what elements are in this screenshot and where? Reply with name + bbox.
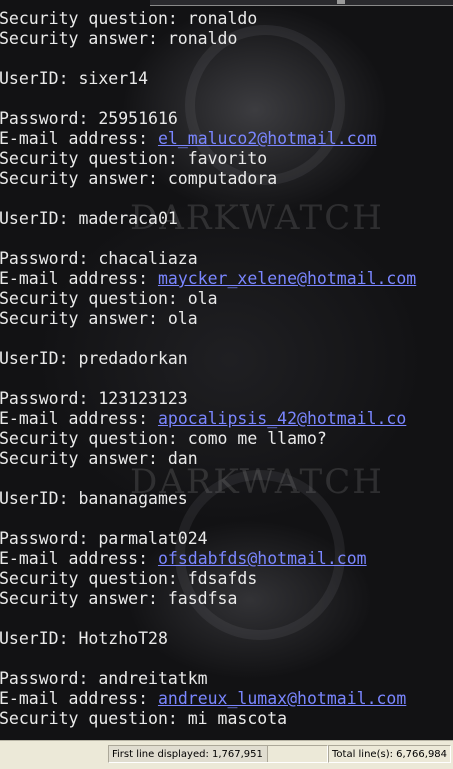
text-line (0, 649, 416, 669)
text-line: UserID: bananagames (0, 489, 188, 508)
text-line: UserID: sixer14 (0, 69, 149, 88)
text-line: Security answer: ola (0, 309, 198, 328)
email-label: E-mail address: (0, 129, 158, 148)
top-scroll-edge (150, 0, 453, 6)
text-line (0, 609, 416, 629)
text-line: Password: chacaliaza (0, 249, 198, 268)
text-line: Security answer: fasdfsa (0, 589, 238, 608)
email-line: E-mail address: ofsdabfds@hotmail.com (0, 549, 416, 569)
text-line (0, 229, 416, 249)
text-line: Security answer: ronaldo (0, 29, 238, 48)
email-link[interactable]: andreux_lumax@hotmail.com (158, 689, 406, 708)
email-label: E-mail address: (0, 549, 158, 568)
email-link[interactable]: el_maluco2@hotmail.com (158, 129, 377, 148)
top-scroll-marker (337, 0, 345, 4)
text-line: Security question: como me llamo? (0, 429, 327, 448)
first-line-status: First line displayed: 1,767,951 (108, 745, 328, 763)
email-label: E-mail address: (0, 269, 158, 288)
text-line: UserID: maderaca01 (0, 209, 178, 228)
text-line: Security question: ola (0, 289, 218, 308)
text-line: UserID: HotzhoT28 (0, 629, 168, 648)
text-line: Security question: fdsafds (0, 569, 258, 588)
text-line: Security answer: dan (0, 449, 198, 468)
email-link[interactable]: maycker_xelene@hotmail.com (158, 269, 416, 288)
text-line: Security question: ronaldo (0, 9, 258, 28)
email-line: E-mail address: el_maluco2@hotmail.com (0, 129, 416, 149)
email-line: E-mail address: andreux_lumax@hotmail.co… (0, 689, 416, 709)
email-label: E-mail address: (0, 409, 158, 428)
text-line (0, 329, 416, 349)
text-line (0, 49, 416, 69)
total-lines-status: Total line(s): 6,766,984 (328, 745, 451, 763)
text-lines: Security question: ronaldo Security answe… (0, 9, 416, 729)
text-line: Security question: mi mascota (0, 709, 288, 728)
email-label: E-mail address: (0, 689, 158, 708)
text-line (0, 469, 416, 489)
email-link[interactable]: apocalipsis_42@hotmail.co (158, 409, 406, 428)
email-line: E-mail address: maycker_xelene@hotmail.c… (0, 269, 416, 289)
text-line: Password: andreitatkm (0, 669, 208, 688)
text-line: UserID: predadorkan (0, 349, 188, 368)
text-line: Security question: favorito (0, 149, 268, 168)
text-line (0, 509, 416, 529)
status-bar: First line displayed: 1,767,951 Total li… (0, 740, 453, 769)
email-link[interactable]: ofsdabfds@hotmail.com (158, 549, 367, 568)
email-line: E-mail address: apocalipsis_42@hotmail.c… (0, 409, 416, 429)
text-line (0, 89, 416, 109)
text-line (0, 369, 416, 389)
text-viewer-pane[interactable]: DARKWATCH DARKWATCH Security question: r… (0, 0, 453, 740)
text-line: Password: 25951616 (0, 109, 178, 128)
text-line: Password: parmalat024 (0, 529, 208, 548)
text-line: Security answer: computadora (0, 169, 278, 188)
text-line: Password: 123123123 (0, 389, 188, 408)
text-line (0, 189, 416, 209)
